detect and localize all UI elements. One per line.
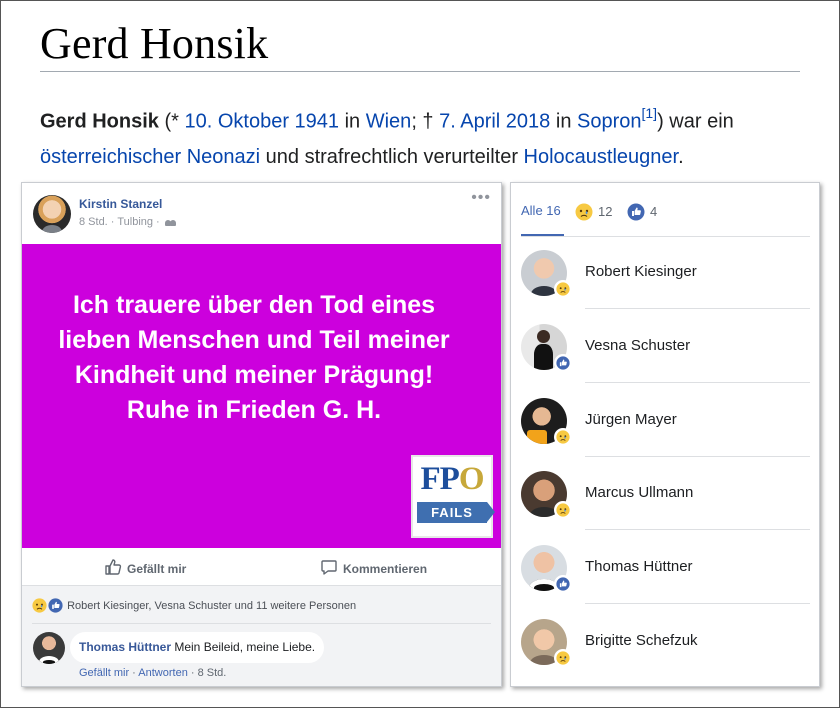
- intro-text: in: [550, 110, 577, 133]
- link-birth-date[interactable]: 10. Oktober 1941: [184, 111, 339, 133]
- like-button[interactable]: Gefällt mir: [104, 558, 186, 579]
- reactor-name[interactable]: Robert Kiesinger: [585, 263, 697, 280]
- comment-like-link[interactable]: Gefällt mir: [79, 667, 129, 679]
- reactor-name[interactable]: Marcus Ullmann: [585, 484, 693, 501]
- sad-icon: [554, 501, 572, 519]
- link-birth-place[interactable]: Wien: [366, 111, 412, 133]
- logo-wordmark: FPO: [413, 462, 491, 496]
- like-button-label: Gefällt mir: [127, 562, 187, 576]
- reactor-row[interactable]: Vesna Schuster: [511, 324, 819, 398]
- footnote-marker: [1]: [641, 105, 658, 121]
- link-neonazi[interactable]: österreichischer Neonazi: [40, 146, 260, 168]
- intro-text: ) war ein: [657, 110, 734, 133]
- intro-text: in: [339, 110, 366, 133]
- reactor-row[interactable]: Jürgen Mayer: [511, 398, 819, 472]
- post-image-text: Ich trauere über den Tod eines lieben Me…: [58, 291, 450, 424]
- reactor-row[interactable]: Robert Kiesinger: [511, 250, 819, 324]
- comment-author[interactable]: Thomas Hüttner: [79, 640, 171, 654]
- comment-button-label: Kommentieren: [343, 562, 428, 576]
- commenter-avatar[interactable]: [33, 632, 65, 664]
- tab-sad-reactions[interactable]: 12: [575, 203, 612, 221]
- logo-o: O: [458, 461, 485, 497]
- comment-button[interactable]: Kommentieren: [320, 558, 427, 579]
- like-icon: [554, 575, 572, 593]
- link-death-place[interactable]: Sopron: [577, 111, 642, 133]
- author-avatar[interactable]: [33, 195, 71, 233]
- comment-time[interactable]: 8 Std.: [198, 667, 227, 679]
- sad-icon: [554, 649, 572, 667]
- title-divider: [40, 71, 800, 72]
- reactions-summary-text: Robert Kiesinger, Vesna Schuster und 11 …: [67, 600, 357, 612]
- thumbs-up-icon: [104, 558, 122, 579]
- intro-text: .: [678, 145, 684, 168]
- row-divider: [585, 382, 810, 383]
- reactor-name[interactable]: Thomas Hüttner: [585, 558, 693, 575]
- tab-like-reactions[interactable]: 4: [627, 203, 657, 221]
- intro-text: und strafrechtlich verurteilter: [260, 145, 524, 168]
- intro-text: ; †: [411, 110, 440, 133]
- post-author-name[interactable]: Kirstin Stanzel: [79, 197, 162, 211]
- link-holocaust-denier[interactable]: Holocaustleugner: [524, 146, 679, 168]
- sad-icon: [554, 428, 572, 446]
- tabs-divider: [521, 236, 810, 237]
- row-divider: [585, 456, 810, 457]
- reactor-name[interactable]: Jürgen Mayer: [585, 411, 677, 428]
- like-icon: [48, 598, 63, 613]
- post-meta: 8 Std. · Tulbing ·: [79, 216, 177, 228]
- post-image[interactable]: Ich trauere über den Tod eines lieben Me…: [22, 244, 501, 548]
- sad-icon: [554, 280, 572, 298]
- post-location[interactable]: Tulbing: [117, 216, 153, 228]
- like-icon: [627, 203, 645, 221]
- like-count: 4: [650, 204, 658, 219]
- intro-text: (*: [158, 110, 185, 133]
- meta-separator: ·: [107, 216, 118, 228]
- comment-actions: Gefällt mir · Antworten · 8 Std.: [79, 667, 226, 679]
- friends-audience-icon[interactable]: [164, 217, 177, 226]
- reactor-name[interactable]: Brigitte Schefzuk: [585, 632, 698, 649]
- fpo-fails-logo: FPO FAILS: [411, 455, 495, 538]
- more-options-icon[interactable]: •••: [471, 189, 491, 207]
- row-divider: [585, 308, 810, 309]
- wiki-subject-name: Gerd Honsik: [40, 110, 159, 133]
- footnote-link[interactable]: [1]: [642, 105, 658, 133]
- sad-count: 12: [598, 204, 613, 219]
- actions-separator: ·: [129, 667, 139, 679]
- comments-divider: [32, 623, 491, 624]
- reactor-row[interactable]: Marcus Ullmann: [511, 471, 819, 545]
- reactor-name[interactable]: Vesna Schuster: [585, 337, 690, 354]
- wiki-page-title: Gerd Honsik: [40, 19, 269, 68]
- reactor-row[interactable]: Thomas Hüttner: [511, 545, 819, 619]
- comments-section: Robert Kiesinger, Vesna Schuster und 11 …: [22, 586, 501, 686]
- tab-all-reactions[interactable]: Alle 16: [521, 203, 561, 218]
- post-time[interactable]: 8 Std.: [79, 216, 108, 228]
- reactions-dialog: Alle 16 12 4 Robert Kiesinger Vesna Schu…: [510, 182, 820, 687]
- row-divider: [585, 529, 810, 530]
- comment-bubble: Thomas Hüttner Mein Beileid, meine Liebe…: [70, 632, 325, 663]
- facebook-post: Kirstin Stanzel 8 Std. · Tulbing · ••• I…: [21, 182, 502, 687]
- comment-text: Mein Beileid, meine Liebe.: [171, 640, 316, 654]
- sad-icon: [32, 598, 47, 613]
- comment-icon: [320, 558, 338, 579]
- logo-fp: FP: [420, 461, 460, 497]
- row-divider: [585, 603, 810, 604]
- logo-fails-banner: FAILS: [417, 502, 495, 523]
- reactor-row[interactable]: Brigitte Schefzuk: [511, 619, 819, 693]
- comment-reply-link[interactable]: Antworten: [138, 667, 188, 679]
- actions-separator: ·: [187, 667, 198, 679]
- like-icon: [554, 354, 572, 372]
- reactions-summary[interactable]: Robert Kiesinger, Vesna Schuster und 11 …: [32, 598, 356, 613]
- link-death-date[interactable]: 7. April 2018: [439, 111, 550, 133]
- wiki-intro-paragraph: Gerd Honsik (* 10. Oktober 1941 in Wien;…: [40, 98, 810, 175]
- meta-separator: ·: [153, 216, 163, 228]
- post-action-bar: Gefällt mir Kommentieren: [22, 548, 501, 586]
- sad-icon: [575, 203, 593, 221]
